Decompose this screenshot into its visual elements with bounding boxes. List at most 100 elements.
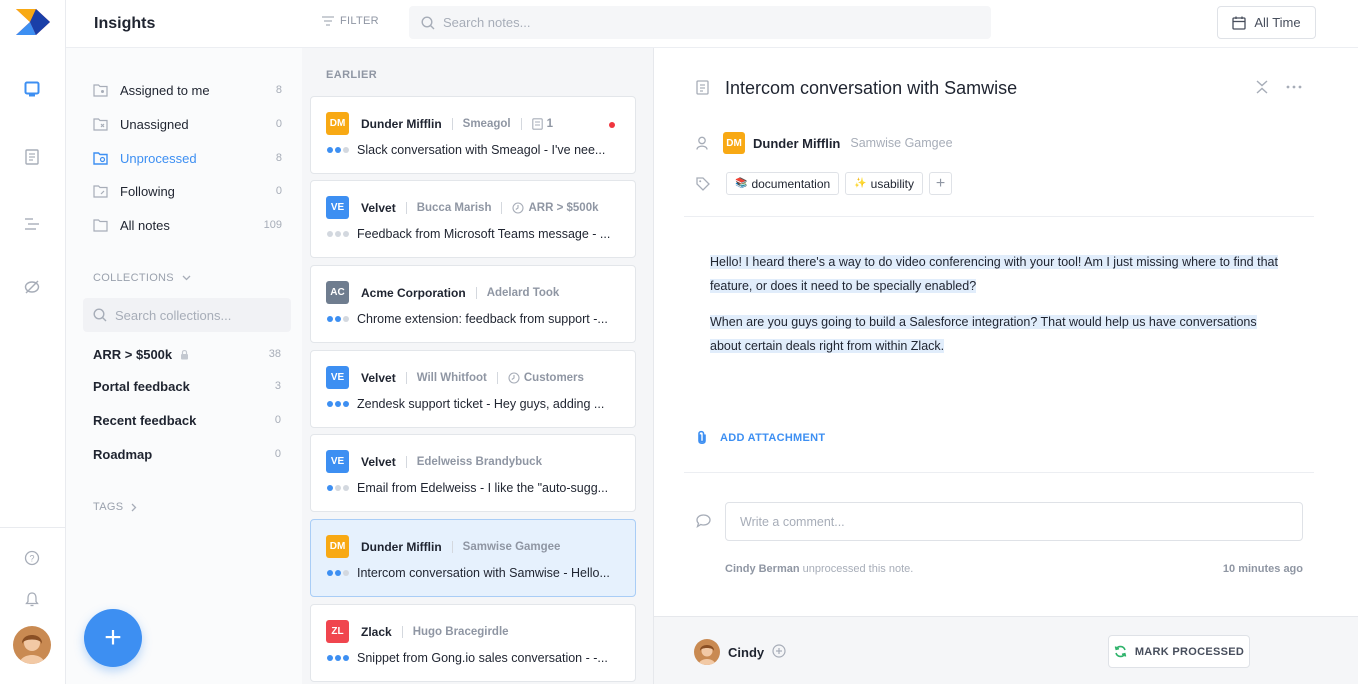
tag-label: usability — [870, 176, 914, 191]
note-detail: Intercom conversation with Samwise DM Du… — [654, 48, 1358, 616]
note-actions — [1256, 80, 1302, 94]
collection-item-label: Recent feedback — [93, 412, 197, 428]
sidebar-item-unassigned[interactable]: Unassigned 0 — [92, 111, 282, 137]
note-person: Hugo Bracegirdle — [412, 626, 509, 638]
importance-dots — [327, 570, 349, 576]
user-avatar[interactable] — [13, 626, 51, 664]
clock-icon — [508, 372, 520, 384]
app-logo[interactable] — [16, 9, 50, 35]
sidebar-item-count: 8 — [275, 84, 282, 96]
search-notes[interactable] — [409, 6, 991, 39]
search-icon — [93, 308, 107, 322]
company-name[interactable]: Dunder Mifflin — [753, 136, 840, 151]
notes-nav-icon[interactable] — [20, 145, 44, 169]
company-badge: VE — [326, 366, 349, 389]
separator — [405, 456, 407, 468]
sidebar-item-unprocessed[interactable]: Unprocessed 8 — [92, 145, 282, 171]
importance-dots — [327, 231, 349, 237]
collection-item[interactable]: Roadmap 0 — [93, 442, 281, 466]
sidebar-item-following[interactable]: Following 0 — [92, 178, 282, 204]
note-snippet: Zendesk support ticket - Hey guys, addin… — [357, 397, 605, 411]
collection-item-count: 3 — [274, 380, 281, 392]
assignee-name[interactable]: Cindy — [728, 645, 764, 660]
note-card[interactable]: DM Dunder Mifflin Samwise Gamgee Intercom c… — [310, 519, 636, 597]
note-card-body: Email from Edelweiss - I like the "auto-… — [327, 481, 625, 495]
separator — [520, 118, 522, 130]
hidden-nav-icon[interactable] — [20, 275, 44, 299]
collections-search-input[interactable] — [115, 307, 285, 323]
sidebar-item-all-notes[interactable]: All notes 109 — [92, 212, 282, 238]
mark-processed-button[interactable]: MARK PROCESSED — [1108, 635, 1250, 668]
note-paragraph: Hello! I heard there's a way to do video… — [710, 255, 1278, 293]
filter-button[interactable]: FILTER — [322, 15, 379, 27]
note-title: Intercom conversation with Samwise — [725, 78, 1018, 98]
sidebar-item-count: 109 — [263, 219, 282, 231]
activity-user: Cindy Berman — [725, 563, 800, 575]
note-company: Velvet — [361, 455, 396, 469]
collection-item[interactable]: ARR > $500k 38 — [93, 342, 281, 366]
note-body[interactable]: Hello! I heard there's a way to do video… — [710, 250, 1290, 370]
collection-item-label: ARR > $500k — [93, 346, 173, 362]
person-name[interactable]: Samwise Gamgee — [850, 136, 952, 150]
sidebar-item-count: 8 — [275, 152, 282, 164]
note-card[interactable]: AC Acme Corporation Adelard Took Chrome ext… — [310, 265, 636, 343]
tag-usability[interactable]: ✨ usability — [845, 172, 923, 195]
activity-text: unprocessed this note. — [802, 563, 914, 575]
collapse-icon[interactable] — [1256, 80, 1268, 94]
company-badge: DM — [326, 535, 349, 558]
collection-item-label: Roadmap — [93, 446, 153, 462]
add-assignee-icon[interactable] — [772, 644, 786, 661]
note-company: Zlack — [361, 625, 392, 639]
roadmap-nav-icon[interactable] — [20, 212, 44, 236]
note-company: Velvet — [361, 371, 396, 385]
company-badge: VE — [326, 450, 349, 473]
note-snippet: Slack conversation with Smeagol - I've n… — [357, 143, 606, 157]
note-card[interactable]: VE Velvet Edelweiss Brandybuck Email from E… — [310, 434, 636, 512]
more-options-icon[interactable] — [1286, 85, 1302, 89]
collection-item-label: Portal feedback — [93, 378, 190, 394]
note-paragraph: When are you guys going to build a Sales… — [710, 315, 1257, 353]
sidebar: Assigned to me 8 Unassigned 0 Unprocesse… — [66, 48, 302, 684]
add-attachment-button[interactable]: ADD ATTACHMENT — [696, 430, 825, 446]
unassigned-icon — [92, 116, 108, 132]
collections-header[interactable]: COLLECTIONS — [93, 272, 191, 284]
note-meta-label: ARR > $500k — [528, 202, 599, 214]
note-card-body: Feedback from Microsoft Teams message - … — [327, 227, 625, 241]
comment-icon — [696, 514, 711, 531]
page-title: Insights — [94, 15, 156, 32]
sidebar-item-assigned[interactable]: Assigned to me 8 — [92, 77, 282, 103]
tag-label: documentation — [751, 176, 831, 191]
filter-label: FILTER — [340, 15, 379, 27]
tags-header[interactable]: TAGS — [93, 501, 137, 513]
note-card-header: Acme Corporation Adelard Took — [361, 286, 559, 300]
bell-icon[interactable] — [20, 587, 44, 611]
insights-nav-icon[interactable] — [20, 77, 44, 101]
note-card-header: Velvet Will Whitfoot Customers — [361, 371, 584, 385]
lock-icon — [181, 349, 189, 359]
help-icon[interactable]: ? — [20, 546, 44, 570]
note-card[interactable]: DM Dunder Mifflin Smeagol 1 Slack conversati… — [310, 96, 636, 174]
separator — [475, 287, 477, 299]
sidebar-item-count: 0 — [275, 185, 282, 197]
note-card-header: Dunder Mifflin Samwise Gamgee — [361, 540, 560, 554]
comment-field[interactable] — [725, 502, 1303, 541]
search-icon — [421, 15, 435, 29]
add-tag-button[interactable]: + — [929, 172, 952, 195]
collections-search[interactable] — [83, 298, 291, 332]
tag-documentation[interactable]: 📚 documentation — [726, 172, 840, 195]
collection-item[interactable]: Portal feedback 3 — [93, 374, 281, 398]
comment-input[interactable] — [740, 514, 1280, 529]
note-card[interactable]: VE Velvet Bucca Marish ARR > $500k Feedback … — [310, 180, 636, 258]
note-company: Velvet — [361, 201, 396, 215]
assigned-icon — [92, 82, 108, 98]
search-input[interactable] — [443, 15, 963, 30]
note-card-header: Dunder Mifflin Smeagol 1 — [361, 117, 553, 131]
note-person: Smeagol — [462, 118, 511, 130]
date-range-button[interactable]: All Time — [1217, 6, 1316, 39]
note-card[interactable]: ZL Zlack Hugo Bracegirdle Snippet from Gong… — [310, 604, 636, 682]
assignee-avatar[interactable] — [694, 639, 720, 665]
collection-item[interactable]: Recent feedback 0 — [93, 408, 281, 432]
note-card[interactable]: VE Velvet Will Whitfoot Customers Zendesk su… — [310, 350, 636, 428]
importance-dots — [327, 147, 349, 153]
create-note-button[interactable]: + — [84, 609, 142, 667]
